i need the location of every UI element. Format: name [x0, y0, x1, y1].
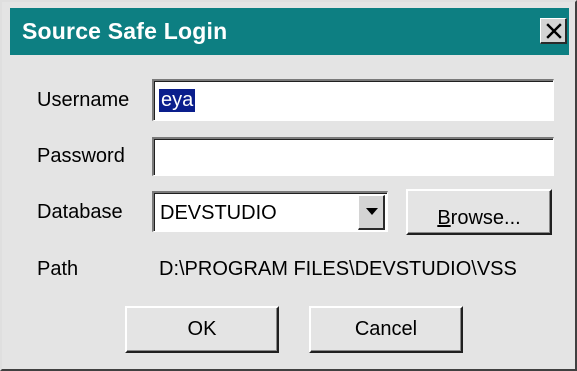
database-select[interactable]: DEVSTUDIO [152, 191, 388, 232]
title-bar[interactable]: Source Safe Login [10, 8, 569, 55]
cancel-button-label: Cancel [354, 318, 418, 340]
ok-button[interactable]: OK [125, 306, 279, 353]
browse-accelerator: B [437, 207, 451, 229]
close-button[interactable] [540, 18, 567, 44]
dialog-title: Source Safe Login [22, 18, 228, 44]
browse-label-rest: rowse... [450, 207, 521, 229]
username-label: Username [37, 89, 130, 111]
browse-button-label: Browse... [437, 199, 520, 230]
login-dialog: Source Safe Login Username eya Password … [0, 0, 577, 371]
path-label: Path [37, 258, 79, 280]
password-label: Password [37, 145, 125, 167]
path-value: D:\PROGRAM FILES\DEVSTUDIO\VSS [159, 258, 517, 280]
close-icon [546, 23, 562, 39]
browse-button[interactable]: Browse... [406, 189, 552, 235]
database-value: DEVSTUDIO [160, 202, 277, 224]
database-label: Database [37, 201, 123, 223]
chevron-down-icon [366, 208, 378, 215]
username-field[interactable]: eya [152, 79, 554, 121]
password-field[interactable] [152, 137, 554, 176]
cancel-button[interactable]: Cancel [309, 306, 463, 353]
database-dropdown-button[interactable] [358, 195, 385, 230]
ok-button-label: OK [187, 318, 217, 340]
username-value: eya [159, 89, 196, 112]
